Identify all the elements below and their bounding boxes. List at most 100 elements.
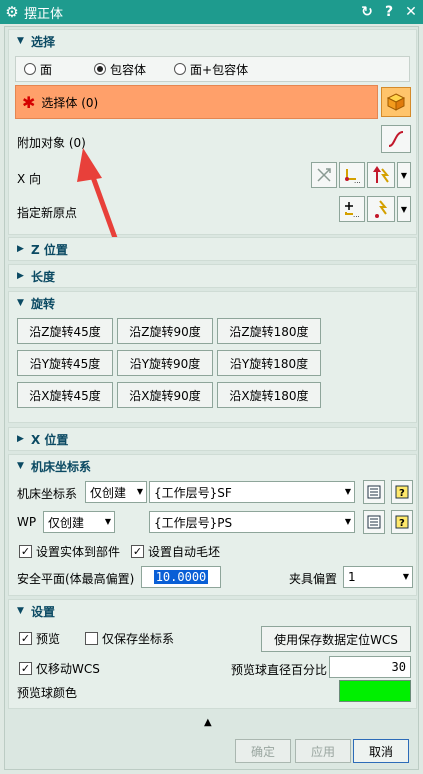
apply-button[interactable]: 应用 [295, 739, 351, 763]
section-length-header[interactable]: ▶ 长度 [9, 265, 416, 287]
cube-icon [386, 93, 406, 111]
x-reverse-button[interactable] [311, 162, 337, 188]
chevron-down-icon: ▼ [344, 517, 351, 526]
help-button[interactable]: ? [379, 4, 399, 20]
radio-face-and-bounding-body[interactable]: 面+包容体 [174, 61, 248, 78]
extra-objects-curve-button[interactable] [381, 125, 411, 153]
reset-icon[interactable]: ↻ [357, 4, 377, 20]
wp-list-button[interactable] [363, 510, 385, 534]
radio-bounding-body[interactable]: 包容体 [94, 61, 146, 78]
rotate-y-180-button[interactable]: 沿Y旋转180度 [217, 350, 321, 376]
radio-label: 面 [40, 62, 53, 77]
rotate-z-90-button[interactable]: 沿Z旋转90度 [117, 318, 213, 344]
section-title: 设置 [31, 604, 56, 619]
collapse-arrow-icon: ▼ [17, 298, 24, 308]
list-icon [367, 485, 381, 499]
ok-button[interactable]: 确定 [235, 739, 291, 763]
section-x-position: ▶ X 位置 [8, 427, 417, 451]
set-solid-checkbox[interactable]: ✓ 设置实体到部件 [19, 543, 120, 560]
ball-percent-input[interactable]: 30 [329, 656, 411, 678]
safe-plane-label: 安全平面(体最高偏置) [17, 572, 135, 586]
rotate-x-180-button[interactable]: 沿X旋转180度 [217, 382, 321, 408]
inferred-point-icon [375, 200, 388, 218]
rotate-z-180-button[interactable]: 沿Z旋转180度 [217, 318, 321, 344]
radio-circle-selected[interactable] [94, 63, 107, 75]
checkbox-box[interactable] [85, 632, 98, 645]
select-body-cube-button[interactable] [381, 87, 411, 117]
x-direction-dropdown[interactable]: ▼ [397, 162, 411, 188]
origin-point-dialog-button[interactable]: ... [339, 196, 365, 222]
svg-text:...: ... [354, 177, 361, 184]
origin-dropdown[interactable]: ▼ [397, 196, 411, 222]
rotate-x-90-button[interactable]: 沿X旋转90度 [117, 382, 213, 408]
section-machine-csys: ▼ 机床坐标系 机床坐标系 仅创建 ▼ {工作层号}SF ▼ ? WP 仅创建 … [8, 454, 417, 596]
checkbox-label: 设置自动毛坯 [148, 545, 221, 559]
preview-checkbox[interactable]: ✓ 预览 [19, 630, 60, 647]
radio-face[interactable]: 面 [24, 61, 52, 78]
collapse-arrow-icon: ▼ [17, 461, 24, 471]
checkmark-icon[interactable]: ✓ [19, 632, 32, 645]
save-csys-only-checkbox[interactable]: 仅保存坐标系 [85, 630, 174, 647]
svg-text:?: ? [399, 488, 405, 499]
chevron-down-icon: ▼ [402, 572, 409, 581]
section-select-header[interactable]: ▼ 选择 [9, 30, 416, 52]
wp-layer-dropdown[interactable]: {工作层号}PS ▼ [149, 511, 355, 533]
wp-mode-value: 仅创建 [48, 515, 85, 530]
mcs-label: 机床坐标系 [17, 487, 78, 501]
section-length: ▶ 长度 [8, 264, 417, 288]
ball-color-swatch[interactable] [339, 680, 411, 702]
rotate-z-45-button[interactable]: 沿Z旋转45度 [17, 318, 113, 344]
window-title: 摆正体 [24, 6, 64, 22]
section-x-position-header[interactable]: ▶ X 位置 [9, 428, 416, 450]
section-z-position-header[interactable]: ▶ Z 位置 [9, 238, 416, 260]
section-title: 长度 [31, 269, 56, 284]
collapse-arrow-icon: ▼ [17, 606, 24, 616]
svg-text:?: ? [399, 518, 405, 529]
checkbox-label: 仅移动WCS [36, 662, 100, 676]
mcs-mode-value: 仅创建 [90, 485, 127, 500]
set-blank-checkbox[interactable]: ✓ 设置自动毛坯 [131, 543, 220, 560]
section-rotate-header[interactable]: ▼ 旋转 [9, 292, 416, 314]
x-vector-dialog-button[interactable]: ... [339, 162, 365, 188]
close-button[interactable]: ✕ [401, 4, 421, 20]
section-title: 旋转 [31, 296, 56, 311]
cancel-button[interactable]: 取消 [353, 739, 409, 763]
x-inferred-vector-button[interactable] [367, 162, 395, 188]
fixture-offset-dropdown[interactable]: 1 ▼ [343, 566, 413, 588]
mcs-list-button[interactable] [363, 480, 385, 504]
wp-info-button[interactable]: ? [391, 510, 413, 534]
section-machine-csys-header[interactable]: ▼ 机床坐标系 [9, 455, 416, 477]
section-settings: ▼ 设置 ✓ 预览 仅保存坐标系 使用保存数据定位WCS ✓ 仅移动WCS 预览… [8, 599, 417, 709]
expand-arrow-icon: ▶ [17, 271, 24, 281]
fixture-offset-value: 1 [348, 570, 356, 584]
safe-plane-input[interactable]: 10.0000 [141, 566, 221, 588]
expand-arrow-icon: ▶ [17, 244, 24, 254]
new-origin-label: 指定新原点 [17, 206, 78, 220]
section-settings-header[interactable]: ▼ 设置 [9, 600, 416, 622]
origin-inferred-point-button[interactable] [367, 196, 395, 222]
wp-label: WP [17, 515, 37, 529]
select-body-field[interactable]: ✱ 选择体 (0) [15, 85, 378, 119]
move-wcs-only-checkbox[interactable]: ✓ 仅移动WCS [19, 660, 100, 677]
radio-circle[interactable] [24, 63, 36, 75]
use-saved-data-wcs-button[interactable]: 使用保存数据定位WCS [261, 626, 411, 652]
mcs-layer-dropdown[interactable]: {工作层号}SF ▼ [149, 481, 355, 503]
collapse-footer-icon[interactable]: ▲ [204, 717, 212, 728]
checkmark-icon[interactable]: ✓ [131, 545, 144, 558]
chevron-down-icon: ▼ [104, 517, 111, 526]
wp-mode-dropdown[interactable]: 仅创建 ▼ [43, 511, 115, 533]
checkbox-label: 仅保存坐标系 [102, 632, 175, 646]
checkmark-icon[interactable]: ✓ [19, 545, 32, 558]
section-z-position: ▶ Z 位置 [8, 237, 417, 261]
rotate-y-45-button[interactable]: 沿Y旋转45度 [17, 350, 113, 376]
expand-arrow-icon: ▶ [17, 434, 24, 444]
rotate-x-45-button[interactable]: 沿X旋转45度 [17, 382, 113, 408]
radio-circle[interactable] [174, 63, 187, 75]
checkmark-icon[interactable]: ✓ [19, 662, 32, 675]
chevron-down-icon: ▼ [136, 487, 143, 496]
mcs-info-button[interactable]: ? [391, 480, 413, 504]
mcs-mode-dropdown[interactable]: 仅创建 ▼ [85, 481, 147, 503]
rotate-y-90-button[interactable]: 沿Y旋转90度 [117, 350, 213, 376]
svg-text:...: ... [353, 211, 360, 218]
gear-icon[interactable]: ⚙ [0, 3, 24, 21]
